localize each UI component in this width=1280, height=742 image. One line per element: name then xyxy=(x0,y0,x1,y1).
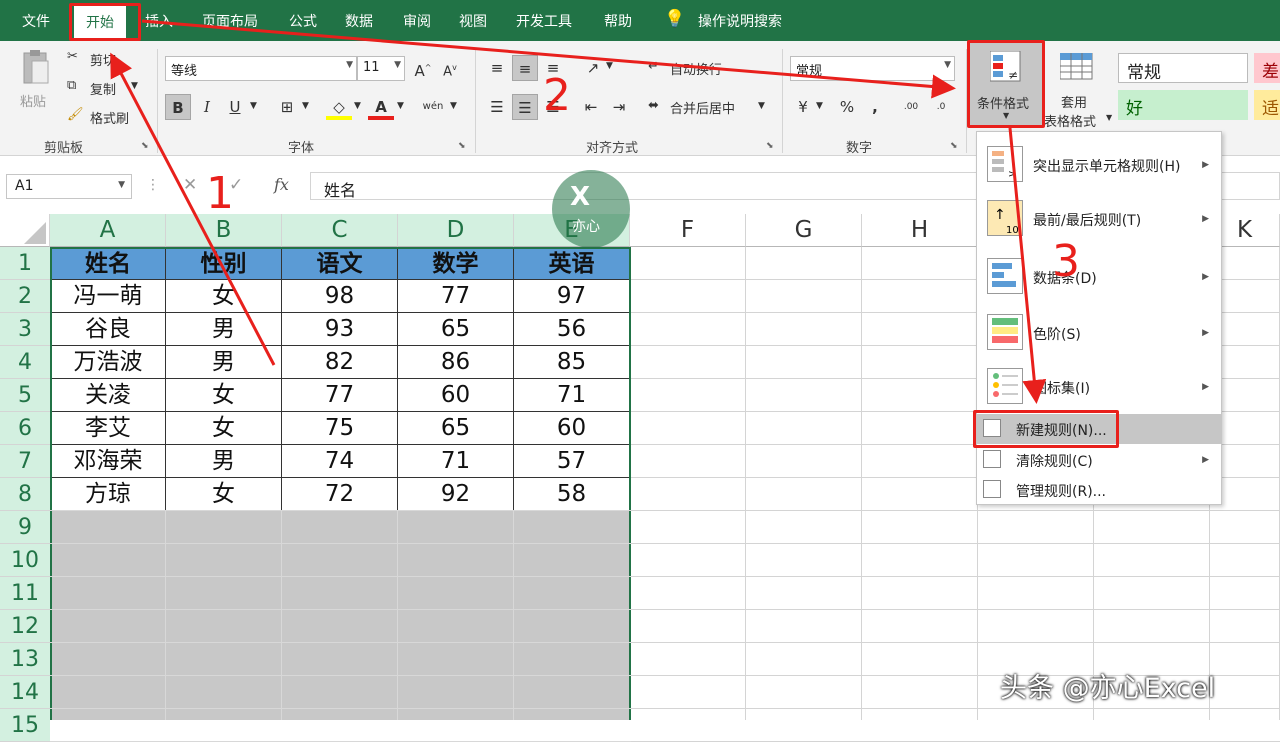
gridline xyxy=(50,576,631,577)
gridline xyxy=(50,543,631,544)
annotation-arrows xyxy=(110,19,1047,404)
gridline xyxy=(50,675,631,676)
step-number-3: 3 xyxy=(1052,236,1080,287)
step-number-1: 1 xyxy=(206,168,234,219)
gridline xyxy=(50,708,631,709)
gridline xyxy=(50,609,631,610)
arrow-step3 xyxy=(1008,127,1047,404)
arrow-step1 xyxy=(110,52,276,366)
gridline xyxy=(50,642,631,643)
gridline xyxy=(50,510,631,511)
step-number-2: 2 xyxy=(543,70,571,121)
watermark-footer: 头条 @亦心Excel xyxy=(1000,673,1216,704)
